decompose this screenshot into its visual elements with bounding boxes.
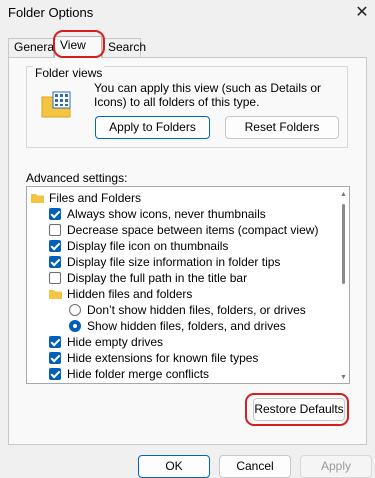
- tab-general[interactable]: General: [8, 38, 57, 57]
- tree-item-label: Always show icons, never thumbnails: [67, 207, 266, 221]
- tab-view[interactable]: View: [54, 36, 102, 58]
- tab-search[interactable]: Search: [102, 38, 146, 57]
- checkbox-checked[interactable]: [49, 352, 61, 364]
- advanced-settings-tree[interactable]: Files and Folders Always show icons, neve…: [26, 186, 350, 384]
- tree-checkbox-row[interactable]: Display file icon on thumbnails: [27, 238, 337, 254]
- checkbox-unchecked[interactable]: [49, 272, 61, 284]
- reset-folders-button[interactable]: Reset Folders: [225, 116, 339, 139]
- tree-group-0: Files and Folders: [27, 190, 337, 206]
- folder-views-icon: [41, 91, 71, 118]
- folder-views-legend: Folder views: [33, 66, 105, 80]
- checkbox-checked[interactable]: [49, 240, 61, 252]
- tree-item-label: Don’t show hidden files, folders, or dri…: [87, 303, 306, 317]
- tab-strip: General View Search: [8, 36, 367, 58]
- tree-checkbox-row[interactable]: Display the full path in the title bar: [27, 270, 337, 286]
- scroll-down-icon[interactable]: ▼: [340, 374, 347, 381]
- advanced-settings-label: Advanced settings:: [26, 171, 128, 185]
- tree-item-label: Hide folder merge conflicts: [67, 367, 210, 381]
- folder-icon: [49, 290, 62, 299]
- tree-checkbox-row[interactable]: Hide extensions for known file types: [27, 350, 337, 366]
- checkbox-unchecked[interactable]: [49, 224, 61, 236]
- apply-button[interactable]: Apply: [300, 455, 372, 478]
- tree-item-label: Decrease space between items (compact vi…: [67, 223, 319, 237]
- restore-defaults-button[interactable]: Restore Defaults: [253, 398, 345, 421]
- window-title: Folder Options: [8, 5, 94, 20]
- checkbox-checked[interactable]: [49, 256, 61, 268]
- apply-to-folders-button[interactable]: Apply to Folders: [95, 116, 210, 139]
- checkbox-checked[interactable]: [49, 368, 61, 380]
- tree-item-label: Display file size information in folder …: [67, 255, 281, 269]
- title-bar: Folder Options ✕: [0, 0, 375, 30]
- radio-selected[interactable]: [69, 320, 81, 332]
- scroll-up-icon[interactable]: ▲: [340, 191, 347, 198]
- tree-checkbox-row[interactable]: Hide empty drives: [27, 334, 337, 350]
- ok-button[interactable]: OK: [138, 455, 210, 478]
- tree-checkbox-row[interactable]: Display file size information in folder …: [27, 254, 337, 270]
- checkbox-checked[interactable]: [49, 208, 61, 220]
- tree-item-label: Hidden files and folders: [67, 287, 193, 301]
- tree-checkbox-row[interactable]: Always show icons, never thumbnails: [27, 206, 337, 222]
- tree-checkbox-row[interactable]: Decrease space between items (compact vi…: [27, 222, 337, 238]
- folder-icon: [31, 194, 44, 203]
- tree-radio-row[interactable]: Don’t show hidden files, folders, or dri…: [27, 302, 337, 318]
- folder-views-description: You can apply this view (such as Details…: [94, 81, 322, 109]
- close-icon[interactable]: ✕: [352, 3, 372, 23]
- tree-item-label: Show hidden files, folders, and drives: [87, 319, 286, 333]
- checkbox-checked[interactable]: [49, 336, 61, 348]
- tree-group-6: Hidden files and folders: [27, 286, 337, 302]
- radio-unselected[interactable]: [69, 304, 81, 316]
- tree-item-label: Display the full path in the title bar: [67, 271, 248, 285]
- tree-item-label: Files and Folders: [49, 191, 142, 205]
- tree-checkbox-row[interactable]: Hide folder merge conflicts: [27, 366, 337, 382]
- tree-item-label: Display file icon on thumbnails: [67, 239, 229, 253]
- scroll-thumb[interactable]: [342, 204, 345, 284]
- tree-item-label: Hide empty drives: [67, 335, 164, 349]
- tree-radio-row[interactable]: Show hidden files, folders, and drives: [27, 318, 337, 334]
- tree-item-label: Hide extensions for known file types: [67, 351, 259, 365]
- cancel-button[interactable]: Cancel: [219, 455, 291, 478]
